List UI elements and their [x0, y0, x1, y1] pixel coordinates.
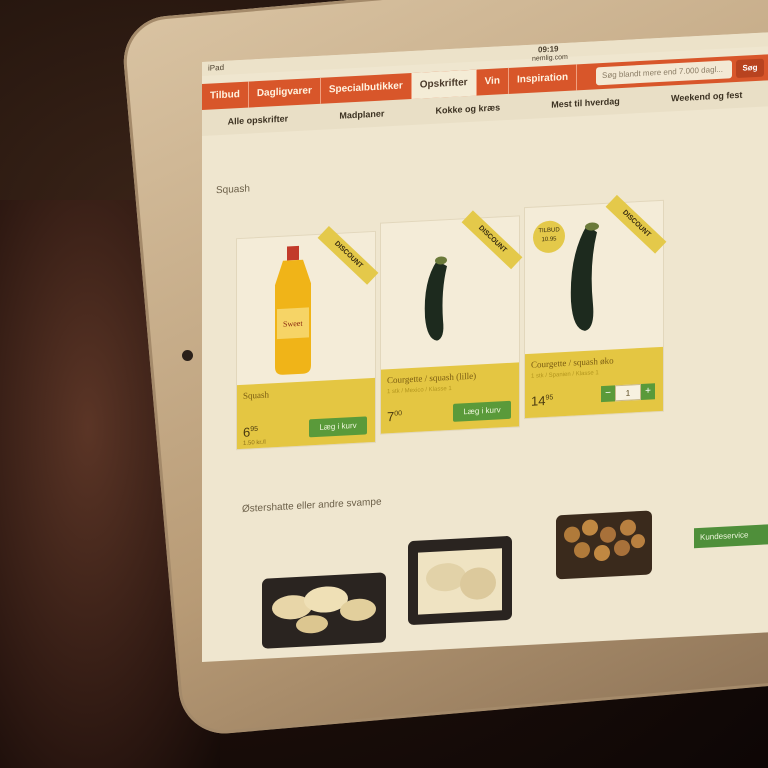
clock: 09:19 [538, 44, 559, 55]
product-card: DISCOUNT Courgette / squash (lille) 1 st… [380, 210, 523, 435]
subnav-kokke-og-kraes[interactable]: Kokke og kræs [436, 102, 501, 115]
product-price: 695 [243, 424, 259, 439]
price-int: 14 [531, 392, 546, 409]
product-info: Courgette / squash øko 1 stk / Spanien /… [525, 346, 663, 419]
increase-button[interactable]: + [641, 383, 655, 400]
product-name[interactable]: Courgette / squash øko [531, 355, 614, 369]
mushrooms-image [272, 586, 376, 634]
product-price: 700 [387, 409, 403, 424]
tab-tilbud[interactable]: Tilbud [202, 81, 249, 110]
svg-text:Sweet: Sweet [283, 319, 303, 329]
tab-opskrifter[interactable]: Opskrifter [411, 69, 477, 100]
quantity-field[interactable]: 1 [615, 383, 641, 402]
brown-mushrooms-image [564, 519, 645, 562]
subnav-weekend-og-fest[interactable]: Weekend og fest [671, 90, 742, 104]
tab-specialbutikker[interactable]: Specialbutikker [320, 73, 412, 104]
ipad-screen: iPad 09:19 nemlig.com Tilbud Dagligvarer… [202, 32, 768, 662]
price-dec: 95 [250, 425, 259, 434]
product-card: TILBUD 10.95 DISCOUNT Courgette / squash… [524, 194, 667, 420]
mushroom-tray-image [262, 572, 386, 649]
product-name[interactable]: Courgette / squash (lille) [387, 371, 476, 386]
price-dec: 95 [545, 394, 554, 402]
tab-dagligvarer[interactable]: Dagligvarer [248, 77, 321, 108]
tab-vin[interactable]: Vin [476, 67, 509, 96]
section-title-mushrooms: Østershatte eller andre svampe [242, 496, 382, 515]
price-dec: 00 [394, 410, 403, 418]
product-info: Courgette / squash (lille) 1 stk / Mexic… [381, 362, 519, 434]
unit-price: 1.50 kr./l [243, 439, 266, 447]
section-title-squash: Squash [216, 183, 250, 197]
quantity-stepper: − 1 + [601, 383, 655, 403]
url-bar[interactable]: nemlig.com [532, 54, 568, 63]
tab-inspiration[interactable]: Inspiration [508, 64, 578, 94]
search-button[interactable]: Søg [736, 58, 764, 79]
tilbud-price: 10.95 [541, 236, 557, 244]
brown-mushroom-tray-image [556, 510, 652, 580]
device-label: iPad [208, 62, 225, 73]
decrease-button[interactable]: − [601, 385, 615, 403]
customer-service-tab[interactable]: Kundeservice [694, 524, 768, 549]
product-info: Squash 695 1.50 kr./l Læg i kurv [237, 377, 375, 450]
product-price: 1495 [531, 393, 553, 409]
subnav-alle-opskrifter[interactable]: Alle opskrifter [228, 113, 289, 126]
search-input[interactable]: Søg blandt mere end 7.000 dagl... [596, 60, 732, 86]
camera-icon [182, 350, 193, 361]
oyster-mushrooms-image [418, 548, 502, 615]
subnav-mest-til-hverdag[interactable]: Mest til hverdag [551, 96, 620, 110]
product-name[interactable]: Squash [243, 389, 269, 400]
product-subtitle: 1 stk / Spanien / Klasse 1 [531, 370, 599, 380]
oyster-mushroom-tray-image [408, 535, 512, 626]
product-card: Sweet DISCOUNT Squash 695 1.50 kr./l Læg… [236, 225, 379, 451]
product-subtitle: 1 stk / Mexico / Klasse 1 [387, 385, 452, 396]
subnav-madplaner[interactable]: Madplaner [339, 108, 384, 120]
add-to-basket-button[interactable]: Læg i kurv [453, 400, 511, 422]
add-to-basket-button[interactable]: Læg i kurv [309, 416, 367, 438]
